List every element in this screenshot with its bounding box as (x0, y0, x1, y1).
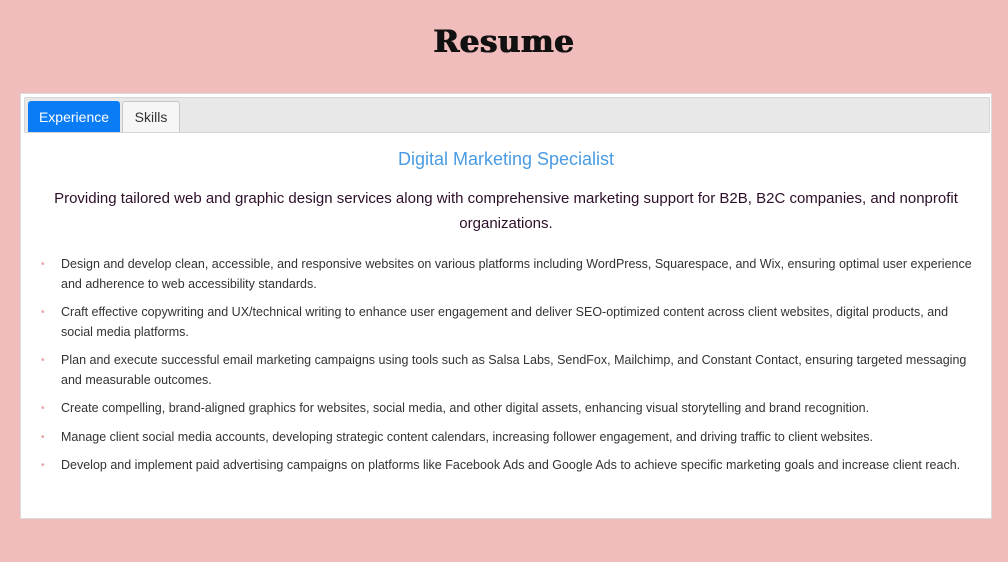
duty-text: Design and develop clean, accessible, an… (61, 257, 972, 291)
bullet-icon: • (41, 259, 45, 270)
list-item: • Develop and implement paid advertising … (41, 456, 979, 476)
list-item: • Create compelling, brand-aligned graphi… (41, 399, 979, 419)
list-item: • Craft effective copywriting and UX/tech… (41, 303, 979, 342)
resume-card: Experience Skills Digital Marketing Spec… (20, 93, 992, 519)
tab-bar: Experience Skills (24, 97, 990, 133)
duty-text: Develop and implement paid advertising c… (61, 458, 961, 472)
list-item: • Manage client social media accounts, de… (41, 428, 979, 448)
list-item: • Plan and execute successful email marke… (41, 351, 979, 390)
job-title: Digital Marketing Specialist (397, 149, 615, 169)
job-summary: Providing tailored web and graphic desig… (54, 190, 958, 232)
list-item: • Design and develop clean, accessible, a… (41, 255, 979, 294)
duty-text: Plan and execute successful email market… (61, 353, 967, 387)
duty-text: Create compelling, brand-aligned graphic… (61, 401, 870, 415)
tab-experience[interactable]: Experience (28, 101, 120, 132)
duty-text: Manage client social media accounts, dev… (61, 429, 874, 444)
duty-text: Craft effective copywriting and UX/techn… (61, 305, 949, 339)
bullet-icon: • (41, 355, 45, 366)
bullet-icon: • (41, 307, 45, 318)
page-title: Resume (433, 24, 575, 60)
bullet-icon: • (41, 460, 45, 471)
tab-skills[interactable]: Skills (122, 101, 180, 132)
bullet-icon: • (41, 403, 45, 414)
duties-list: • Design and develop clean, accessible, a… (41, 255, 979, 485)
bullet-icon: • (41, 431, 45, 443)
